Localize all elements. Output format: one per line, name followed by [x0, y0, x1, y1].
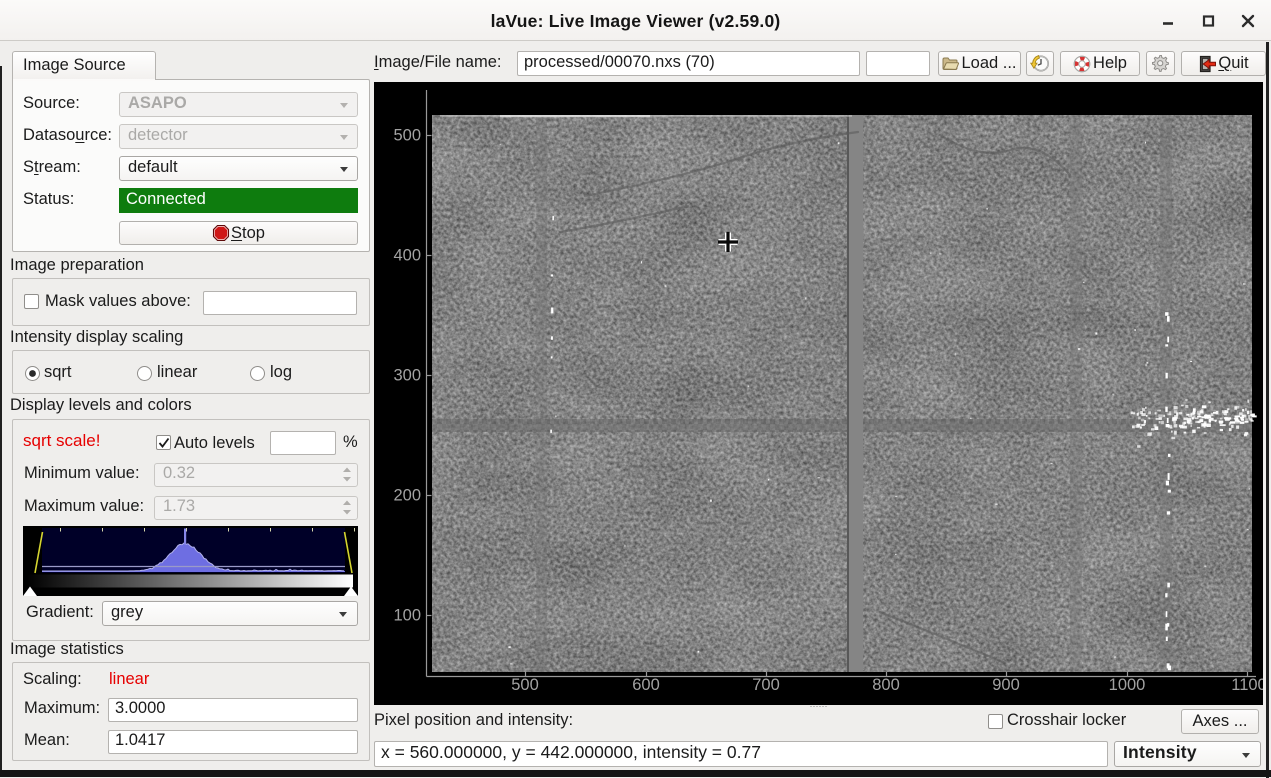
svg-text:1100: 1100: [1231, 676, 1263, 694]
svg-text:900: 900: [992, 676, 1020, 694]
svg-text:500: 500: [393, 127, 421, 145]
svg-text:400: 400: [393, 247, 421, 265]
svg-text:100: 100: [393, 607, 421, 625]
svg-text:800: 800: [872, 676, 900, 694]
svg-text:600: 600: [632, 676, 660, 694]
svg-text:700: 700: [752, 676, 780, 694]
svg-text:200: 200: [393, 487, 421, 505]
svg-text:1000: 1000: [1109, 676, 1146, 694]
svg-text:300: 300: [393, 367, 421, 385]
svg-text:500: 500: [511, 676, 539, 694]
